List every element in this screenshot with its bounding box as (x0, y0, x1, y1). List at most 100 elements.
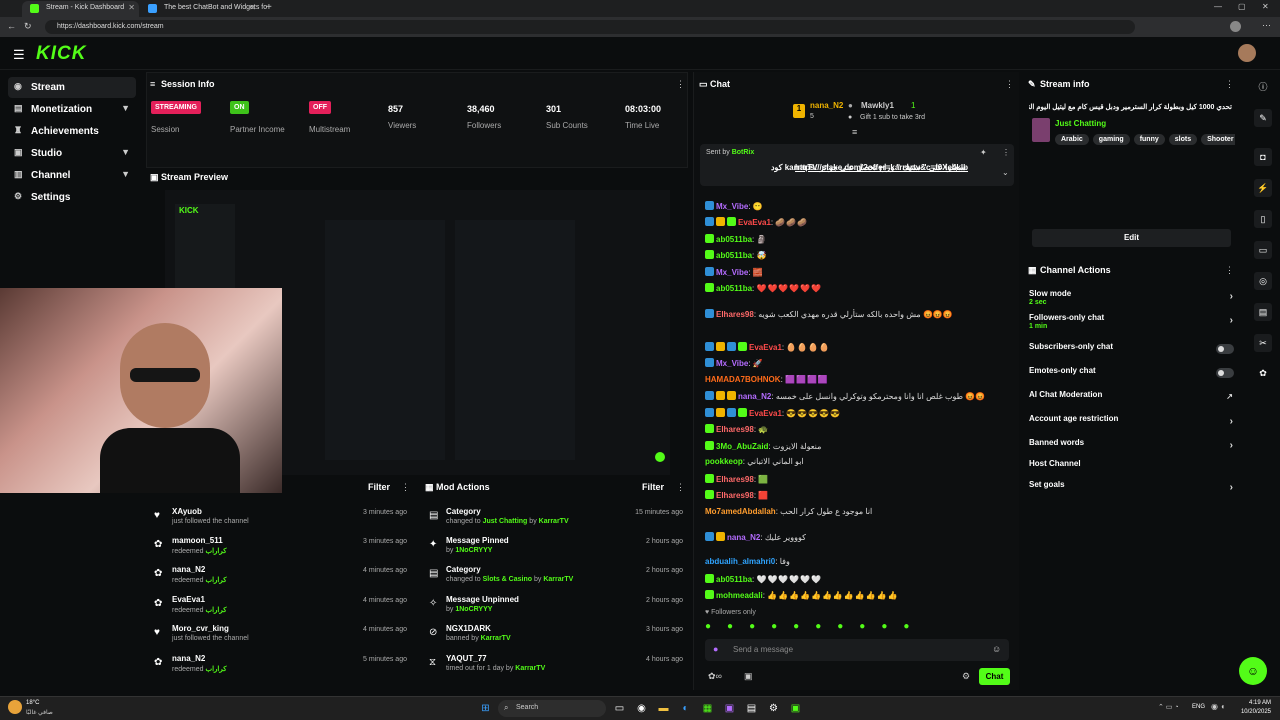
kick-logo[interactable]: KICK (36, 43, 86, 65)
channel-points-icon[interactable]: ✿∞ (708, 671, 722, 682)
leaderboard-user-1[interactable]: nana_N2 (810, 101, 843, 110)
mic-icon[interactable]: ● (713, 644, 718, 654)
hamburger-menu-icon[interactable]: ☰ (13, 47, 25, 63)
clock-time[interactable]: 4:19 AM (1240, 700, 1271, 706)
taskbar-search[interactable]: ⌕ Search (498, 700, 606, 717)
chat-message[interactable]: 3Mo_AbuZaid: منعولة الايزوت (705, 441, 1015, 455)
url-field[interactable]: https://dashboard.kick.com/stream (45, 20, 1135, 34)
activity-row[interactable]: ✿ EvaEva1 redeemed كراراب 4 minutes ago (150, 595, 415, 624)
activity-user[interactable]: mamoon_511 (172, 536, 223, 545)
subscribers-only-toggle[interactable] (1216, 344, 1234, 354)
chat-app-icon[interactable]: ◉ (634, 701, 649, 716)
settings-app-icon[interactable]: ⚙ (766, 701, 781, 716)
more-options-icon[interactable]: ⋮ (1225, 79, 1234, 90)
chat-settings-gear-icon[interactable]: ⚙ (962, 671, 970, 682)
leaderboard-user-2[interactable]: Mawkly1 (861, 101, 894, 110)
lightning-icon[interactable]: ⚡ (1254, 179, 1272, 197)
sidebar-item-achievements[interactable]: ♜ Achievements (8, 121, 136, 142)
chat-message[interactable]: Elhares98: 🟥 (705, 490, 1015, 504)
chat-message[interactable]: EvaEva1: 🥚🥚🥚🥚 (705, 342, 1015, 356)
pin-icon[interactable]: ✦ (980, 148, 987, 157)
kick-app-icon[interactable]: ▣ (788, 701, 803, 716)
chat-message[interactable]: EvaEva1: 🥔🥔🥔 (705, 217, 1015, 231)
chat-message[interactable]: abdualih_almahri0: وفا (705, 557, 1015, 571)
chevron-down-icon[interactable]: ⌄ (1002, 168, 1009, 177)
chat-message[interactable]: ab0511ba: ❤️❤️❤️❤️❤️❤️ (705, 283, 1015, 297)
new-tab-icon[interactable]: + (266, 2, 272, 13)
channel-action-slow-mode[interactable]: Slow mode 2 sec › (1029, 289, 1237, 311)
more-options-icon[interactable]: ⋮ (676, 79, 685, 90)
windows-start-icon[interactable]: ⊞ (478, 701, 493, 716)
chat-message[interactable]: nana_N2: طوب غلص انا وانا ومحترمكو وتوكر… (705, 391, 1015, 405)
channel-action-account-age[interactable]: Account age restriction › (1029, 414, 1237, 436)
chat-message[interactable]: mohmeadali: 👍👍👍👍👍👍👍👍👍👍👍👍 (705, 590, 1015, 604)
close-tab-icon[interactable]: ✕ (128, 3, 135, 12)
mod-filter-button[interactable]: Filter (642, 482, 664, 492)
tab-botrix[interactable]: The best ChatBot and Widgets fo ✕ (140, 1, 267, 17)
collapse-leaderboard-icon[interactable]: ≡ (852, 127, 857, 137)
chat-message[interactable]: Elhares98: مش واحده بالكه ستأرلي قدره مه… (705, 309, 1015, 323)
apps-icon[interactable]: ✿ (1254, 364, 1272, 382)
network-volume-icons[interactable]: ◉ ◖ (1211, 702, 1225, 711)
broadcast-icon[interactable]: ◎ (1254, 272, 1272, 290)
task-view-icon[interactable]: ▭ (612, 701, 627, 716)
activity-user[interactable]: EvaEva1 (172, 595, 205, 604)
activity-user[interactable]: Moro_cvr_king (172, 624, 229, 633)
support-chat-icon[interactable]: ☺ (1239, 657, 1267, 685)
store-icon[interactable]: ▦ (700, 701, 715, 716)
user-avatar[interactable] (1238, 44, 1256, 62)
channel-action-emotes-only[interactable]: Emotes-only chat (1029, 366, 1237, 388)
chat-message[interactable]: nana_N2: كوووير عليك (705, 532, 1015, 546)
pinned-link[interactable]: https://stake.com/?offer=karrartv&c=t0Xe… (706, 162, 968, 173)
calculator-icon[interactable]: ▤ (744, 701, 759, 716)
more-options-icon[interactable]: ⋮ (401, 482, 410, 493)
emotes-only-toggle[interactable] (1216, 368, 1234, 378)
chat-message[interactable]: ab0511ba: 🗿 (705, 234, 1015, 248)
more-options-icon[interactable]: ⋮ (1005, 79, 1014, 90)
mod-action-row[interactable]: ▤ Category changed to Just Chatting by K… (425, 507, 688, 536)
mod-action-row[interactable]: ⧖ YAQUT_77 timed out for 1 day by Karrar… (425, 654, 688, 683)
chat-message[interactable]: Mx_Vibe: 🚀 (705, 358, 1015, 372)
file-explorer-icon[interactable]: ▬ (656, 701, 671, 716)
chat-message[interactable]: HAMADA7BOHNOK: 🟪🟪🟪🟪 (705, 375, 1015, 389)
refresh-icon[interactable]: ↻ (24, 21, 32, 32)
document-icon[interactable]: ▯ (1254, 210, 1272, 228)
profile-avatar-icon[interactable] (1230, 21, 1241, 32)
chat-input[interactable]: Send a message (733, 645, 793, 654)
chat-message[interactable]: Mx_Vibe: 😶 (705, 201, 1015, 215)
layers-icon[interactable]: ▤ (1254, 303, 1272, 321)
activity-user[interactable]: nana_N2 (172, 565, 205, 574)
mod-action-row[interactable]: ▤ Category changed to Slots & Casino by … (425, 565, 688, 594)
tools-icon[interactable]: ▣ (744, 671, 753, 682)
sidebar-item-stream[interactable]: ◉ Stream (8, 77, 136, 98)
chat-input-box[interactable]: ● Send a message ☺ (705, 639, 1009, 661)
channel-action-set-goals[interactable]: Set goals › (1029, 480, 1237, 502)
channel-action-subscribers-only[interactable]: Subscribers-only chat (1029, 342, 1237, 364)
info-icon[interactable]: ⓘ (1254, 78, 1272, 96)
gift-sub-text[interactable]: Gift 1 sub to take 3rd (860, 114, 925, 121)
sidebar-item-settings[interactable]: ⚙ Settings (8, 187, 136, 208)
clock-date[interactable]: 10/20/2025 (1232, 709, 1271, 715)
language-indicator[interactable]: ENG (1192, 704, 1205, 710)
camera-icon[interactable]: ◘ (1254, 148, 1272, 166)
mod-action-row[interactable]: ⊘ NGX1DARK banned by KarrarTV 3 hours ag… (425, 624, 688, 653)
chat-message[interactable]: EvaEva1: 😎😎😎😎😎 (705, 408, 1015, 422)
activity-row[interactable]: ✿ nana_N2 redeemed كراراب 4 minutes ago (150, 565, 415, 594)
chat-message[interactable]: Elhares98: 🐢 (705, 424, 1015, 438)
more-options-icon[interactable]: ⋮ (1225, 265, 1234, 276)
weather-icon[interactable] (8, 700, 22, 714)
edit-icon[interactable]: ✎ (1254, 109, 1272, 127)
channel-action-ai-moderation[interactable]: AI Chat Moderation ↗ (1029, 390, 1237, 412)
tray-icons[interactable]: ⌃ ▭ ◔ (1158, 703, 1179, 711)
chat-message[interactable]: Mo7amedAbdallah: انا موجود ع طول كرار ال… (705, 507, 1015, 521)
activity-row[interactable]: ✿ nana_N2 redeemed كراراب 5 minutes ago (150, 654, 415, 683)
emote-bar[interactable]: ●●●●●●●●●● (705, 621, 1010, 635)
send-chat-button[interactable]: Chat (979, 668, 1010, 685)
chat-message[interactable]: ab0511ba: 🤯 (705, 250, 1015, 264)
sidebar-item-studio[interactable]: ▣ Studio ▼ (8, 143, 136, 164)
activity-row[interactable]: ♥ XAyuob just followed the channel 3 min… (150, 507, 415, 536)
emoji-icon[interactable]: ☺ (992, 644, 1001, 654)
app-icon[interactable]: ▣ (722, 701, 737, 716)
more-options-icon[interactable]: ⋮ (676, 482, 685, 493)
chat-message[interactable]: Mx_Vibe: 🧱 (705, 267, 1015, 281)
